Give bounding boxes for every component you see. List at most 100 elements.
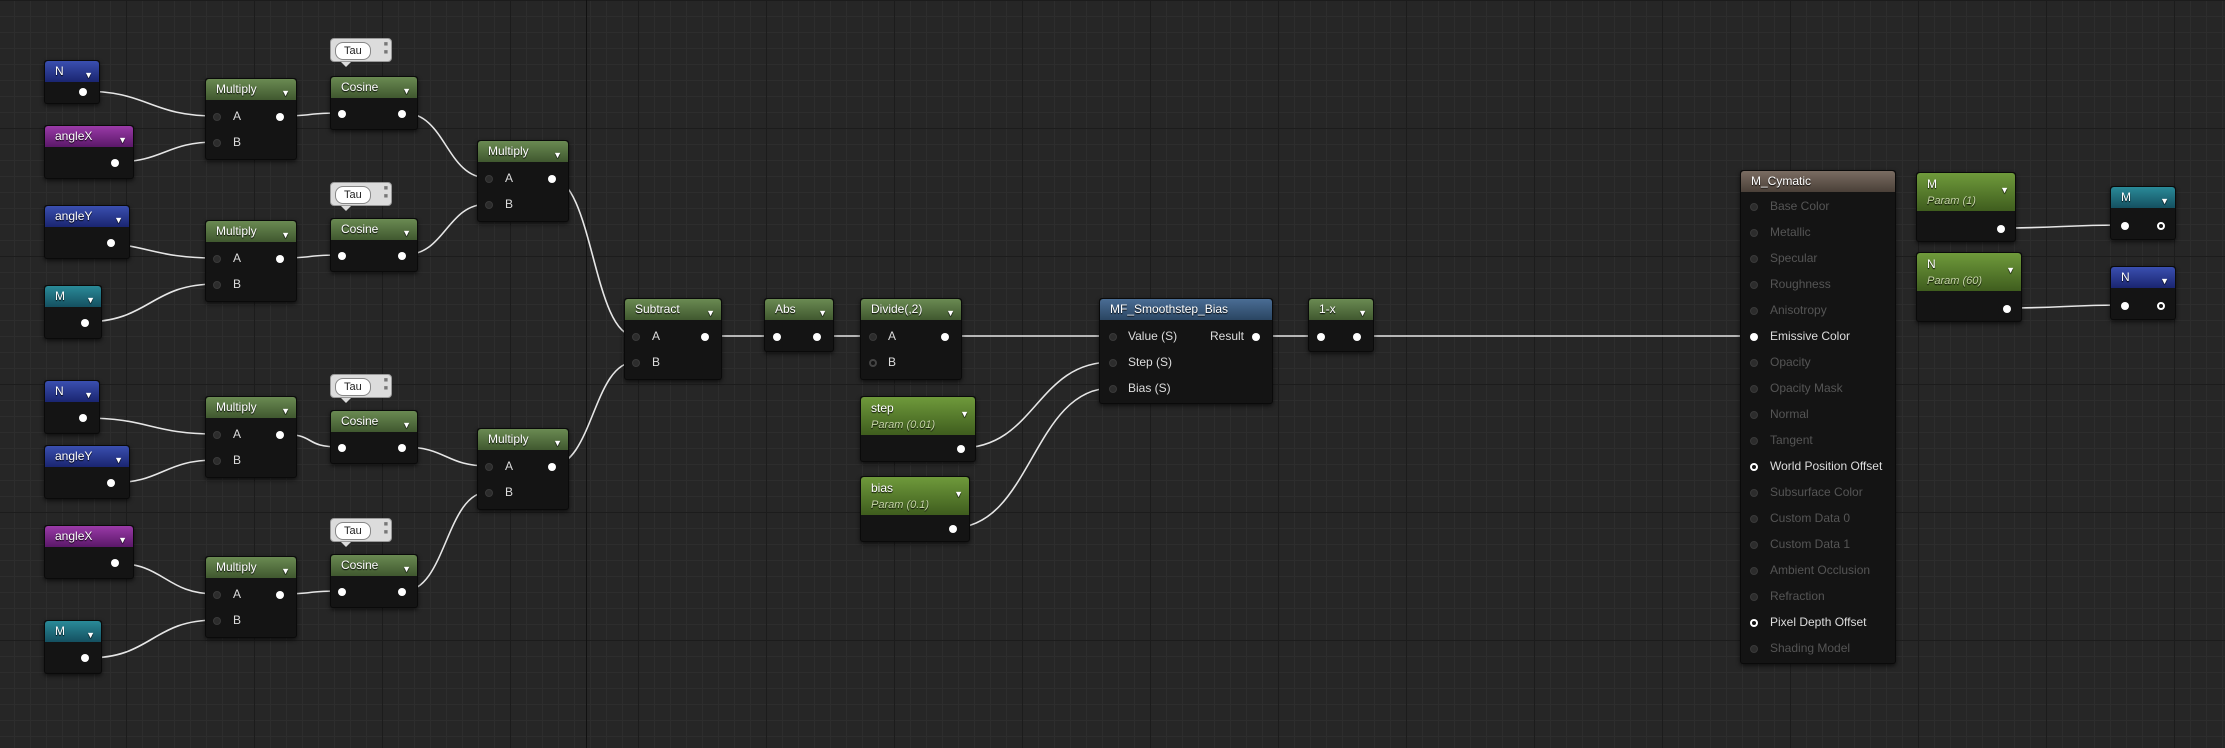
output-pin[interactable] [81, 654, 89, 662]
comment-pin-icon[interactable]: ■ ■ [384, 41, 388, 57]
input-pin-b[interactable] [213, 617, 221, 625]
output-pin[interactable] [2003, 305, 2011, 313]
output-pin[interactable] [941, 333, 949, 341]
node-cosine-1[interactable]: Cosine ▼ [330, 76, 418, 130]
node-subtract[interactable]: Subtract ▼ A B [624, 298, 722, 380]
material-input-pin[interactable] [1750, 255, 1758, 263]
input-pin[interactable] [338, 444, 346, 452]
material-input-pin[interactable] [1750, 567, 1758, 575]
node-material-result[interactable]: M_Cymatic Base Color Metallic Specular Roug… [1740, 170, 1896, 664]
node-anglex-bottom[interactable]: angleX ▼ [44, 525, 134, 579]
chevron-down-icon[interactable]: ▼ [281, 401, 290, 422]
material-input-pin[interactable] [1750, 437, 1758, 445]
output-pin[interactable] [813, 333, 821, 341]
input-pin-a[interactable] [213, 113, 221, 121]
output-pin[interactable] [111, 559, 119, 567]
output-pin[interactable] [2157, 302, 2165, 310]
output-pin-result[interactable] [1252, 333, 1260, 341]
output-pin[interactable] [949, 525, 957, 533]
output-pin[interactable] [548, 175, 556, 183]
node-n-top[interactable]: N ▼ [44, 60, 100, 104]
output-pin[interactable] [398, 110, 406, 118]
output-pin[interactable] [548, 463, 556, 471]
node-param-bias[interactable]: bias Param (0.1) ▼ [860, 476, 970, 542]
material-input-pin[interactable] [1750, 645, 1758, 653]
node-m-top[interactable]: M ▼ [44, 285, 102, 339]
input-pin[interactable] [338, 110, 346, 118]
output-pin[interactable] [276, 591, 284, 599]
output-pin[interactable] [398, 588, 406, 596]
comment-tau-3[interactable]: Tau ■ ■ [330, 374, 392, 403]
node-multiply-3[interactable]: Multiply ▼ A B [205, 396, 297, 478]
material-input-pin[interactable] [1750, 203, 1758, 211]
input-pin-bias[interactable] [1109, 385, 1117, 393]
input-pin[interactable] [1317, 333, 1325, 341]
input-pin-a[interactable] [485, 463, 493, 471]
node-cosine-3[interactable]: Cosine ▼ [330, 410, 418, 464]
chevron-down-icon[interactable]: ▼ [706, 303, 715, 324]
input-pin[interactable] [338, 588, 346, 596]
chevron-down-icon[interactable]: ▼ [402, 415, 411, 436]
chevron-down-icon[interactable]: ▼ [2160, 271, 2169, 292]
output-pin[interactable] [107, 239, 115, 247]
chevron-down-icon[interactable]: ▼ [954, 487, 963, 501]
output-pin[interactable] [1997, 225, 2005, 233]
chevron-down-icon[interactable]: ▼ [2006, 263, 2015, 277]
chevron-down-icon[interactable]: ▼ [1358, 303, 1367, 324]
material-input-pin[interactable] [1750, 229, 1758, 237]
output-pin[interactable] [111, 159, 119, 167]
input-pin-a[interactable] [213, 431, 221, 439]
output-pin[interactable] [107, 479, 115, 487]
input-pin-b[interactable] [485, 201, 493, 209]
node-multiply-2[interactable]: Multiply ▼ A B [205, 220, 297, 302]
input-pin-b[interactable] [485, 489, 493, 497]
node-n-bottom[interactable]: N ▼ [44, 380, 100, 434]
chevron-down-icon[interactable]: ▼ [281, 83, 290, 104]
node-reroute-m[interactable]: M ▼ [2110, 186, 2176, 240]
node-divide[interactable]: Divide(,2) ▼ A B [860, 298, 962, 380]
chevron-down-icon[interactable]: ▼ [402, 559, 411, 580]
input-pin-a[interactable] [632, 333, 640, 341]
material-input-pin[interactable] [1750, 307, 1758, 315]
input-pin-b[interactable] [213, 281, 221, 289]
input-pin-b[interactable] [632, 359, 640, 367]
comment-pin-icon[interactable]: ■ ■ [384, 185, 388, 201]
chevron-down-icon[interactable]: ▼ [86, 290, 95, 311]
input-pin-step[interactable] [1109, 359, 1117, 367]
chevron-down-icon[interactable]: ▼ [553, 433, 562, 454]
input-pin-a[interactable] [485, 175, 493, 183]
chevron-down-icon[interactable]: ▼ [84, 65, 93, 86]
node-cosine-2[interactable]: Cosine ▼ [330, 218, 418, 272]
node-reroute-n[interactable]: N ▼ [2110, 266, 2176, 320]
output-pin[interactable] [398, 252, 406, 260]
input-pin-a[interactable] [213, 591, 221, 599]
material-input-pin[interactable] [1750, 489, 1758, 497]
material-input-pin[interactable] [1750, 515, 1758, 523]
node-angley-bottom[interactable]: angleY ▼ [44, 445, 130, 499]
output-pin[interactable] [79, 88, 87, 96]
output-pin[interactable] [276, 431, 284, 439]
material-input-pin[interactable] [1750, 593, 1758, 601]
input-pin-a[interactable] [213, 255, 221, 263]
node-anglex-top[interactable]: angleX ▼ [44, 125, 134, 179]
input-pin-b[interactable] [213, 139, 221, 147]
chevron-down-icon[interactable]: ▼ [553, 145, 562, 166]
input-pin-a[interactable] [869, 333, 877, 341]
comment-tau-4[interactable]: Tau ■ ■ [330, 518, 392, 547]
node-param-step[interactable]: step Param (0.01) ▼ [860, 396, 976, 462]
input-pin-value[interactable] [1109, 333, 1117, 341]
node-cosine-4[interactable]: Cosine ▼ [330, 554, 418, 608]
output-pin[interactable] [701, 333, 709, 341]
comment-tau-1[interactable]: Tau ■ ■ [330, 38, 392, 67]
node-param-n[interactable]: N Param (60) ▼ [1916, 252, 2022, 322]
material-input-pin[interactable] [1750, 463, 1758, 471]
chevron-down-icon[interactable]: ▼ [118, 530, 127, 551]
material-input-pin[interactable] [1750, 411, 1758, 419]
chevron-down-icon[interactable]: ▼ [86, 625, 95, 646]
node-multiply-5[interactable]: Multiply ▼ A B [477, 140, 569, 222]
chevron-down-icon[interactable]: ▼ [818, 303, 827, 324]
chevron-down-icon[interactable]: ▼ [114, 210, 123, 231]
chevron-down-icon[interactable]: ▼ [114, 450, 123, 471]
input-pin[interactable] [338, 252, 346, 260]
output-pin[interactable] [2157, 222, 2165, 230]
